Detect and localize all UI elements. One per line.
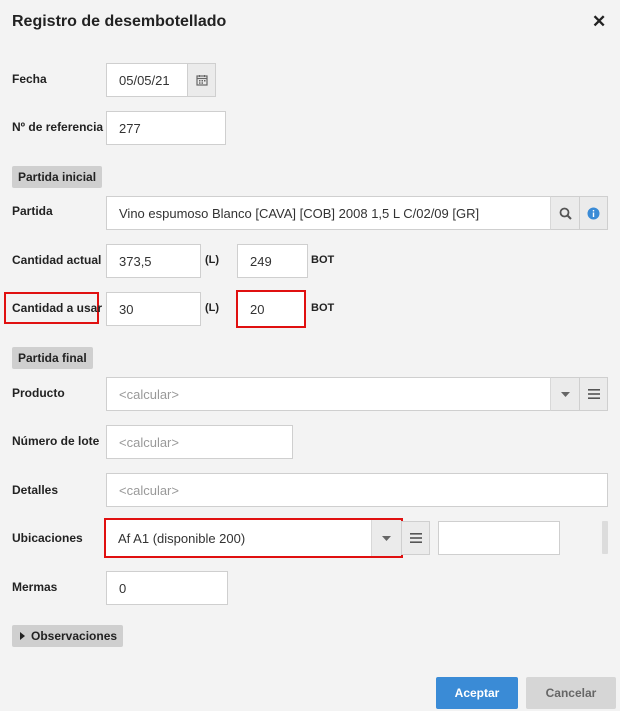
section-partida-final: Partida final bbox=[12, 347, 93, 369]
caret-down-icon bbox=[560, 391, 570, 397]
accept-button[interactable]: Aceptar bbox=[436, 677, 518, 709]
detalles-input[interactable]: <calcular> bbox=[106, 473, 608, 507]
producto-select[interactable]: <calcular> bbox=[106, 377, 552, 411]
dialog-title: Registro de desembotellado bbox=[12, 13, 227, 30]
referencia-input[interactable]: 277 bbox=[106, 111, 226, 145]
cantidad-usar-l-input[interactable]: 30 bbox=[106, 292, 201, 326]
menu-icon bbox=[587, 389, 600, 399]
referencia-label: Nº de referencia bbox=[12, 120, 104, 134]
cantidad-usar-label: Cantidad a usar bbox=[12, 301, 103, 315]
detalles-label: Detalles bbox=[12, 483, 59, 497]
producto-list-button[interactable] bbox=[579, 377, 608, 411]
observaciones-label: Observaciones bbox=[31, 629, 118, 643]
close-icon[interactable]: ✕ bbox=[592, 13, 606, 31]
section-partida-inicial: Partida inicial bbox=[12, 166, 103, 188]
cantidad-actual-label: Cantidad actual bbox=[12, 253, 102, 267]
unit-l-label: (L) bbox=[205, 254, 220, 266]
scroll-handle[interactable] bbox=[602, 521, 608, 554]
unit-bot-label: BOT bbox=[311, 254, 335, 266]
mermas-input[interactable]: 0 bbox=[106, 571, 228, 605]
unit-bot-label: BOT bbox=[311, 302, 335, 314]
cantidad-actual-bot-input[interactable]: 249 bbox=[237, 244, 308, 278]
partida-info-button[interactable] bbox=[579, 196, 608, 230]
caret-down-icon bbox=[382, 535, 391, 541]
ubicaciones-select[interactable]: Af A1 (disponible 200) bbox=[106, 520, 374, 556]
unit-l-label: (L) bbox=[205, 302, 220, 314]
partida-input[interactable]: Vino espumoso Blanco [CAVA] [COB] 2008 1… bbox=[106, 196, 552, 230]
menu-icon bbox=[409, 533, 422, 543]
producto-label: Producto bbox=[12, 386, 65, 400]
cantidad-usar-bot-input[interactable]: 20 bbox=[236, 290, 306, 328]
partida-label: Partida bbox=[12, 204, 53, 218]
partida-search-button[interactable] bbox=[550, 196, 579, 230]
lote-input[interactable]: <calcular> bbox=[106, 425, 293, 459]
calendar-icon bbox=[195, 74, 208, 86]
fecha-label: Fecha bbox=[12, 72, 47, 86]
cancel-button[interactable]: Cancelar bbox=[526, 677, 616, 709]
ubicaciones-dropdown-button[interactable] bbox=[371, 520, 401, 556]
calendar-button[interactable] bbox=[187, 63, 216, 97]
ubicaciones-quantity-input[interactable] bbox=[438, 521, 560, 555]
cantidad-actual-l-input[interactable]: 373,5 bbox=[106, 244, 201, 278]
info-icon bbox=[587, 207, 600, 220]
search-icon bbox=[559, 207, 572, 220]
observaciones-toggle[interactable]: Observaciones bbox=[12, 625, 124, 647]
ubicaciones-list-button[interactable] bbox=[401, 521, 430, 555]
mermas-label: Mermas bbox=[12, 580, 58, 594]
caret-right-icon bbox=[20, 632, 25, 640]
producto-dropdown-button[interactable] bbox=[550, 377, 579, 411]
ubicaciones-label: Ubicaciones bbox=[12, 531, 83, 545]
lote-label: Número de lote bbox=[12, 434, 100, 448]
fecha-input[interactable]: 05/05/21 bbox=[106, 63, 188, 97]
